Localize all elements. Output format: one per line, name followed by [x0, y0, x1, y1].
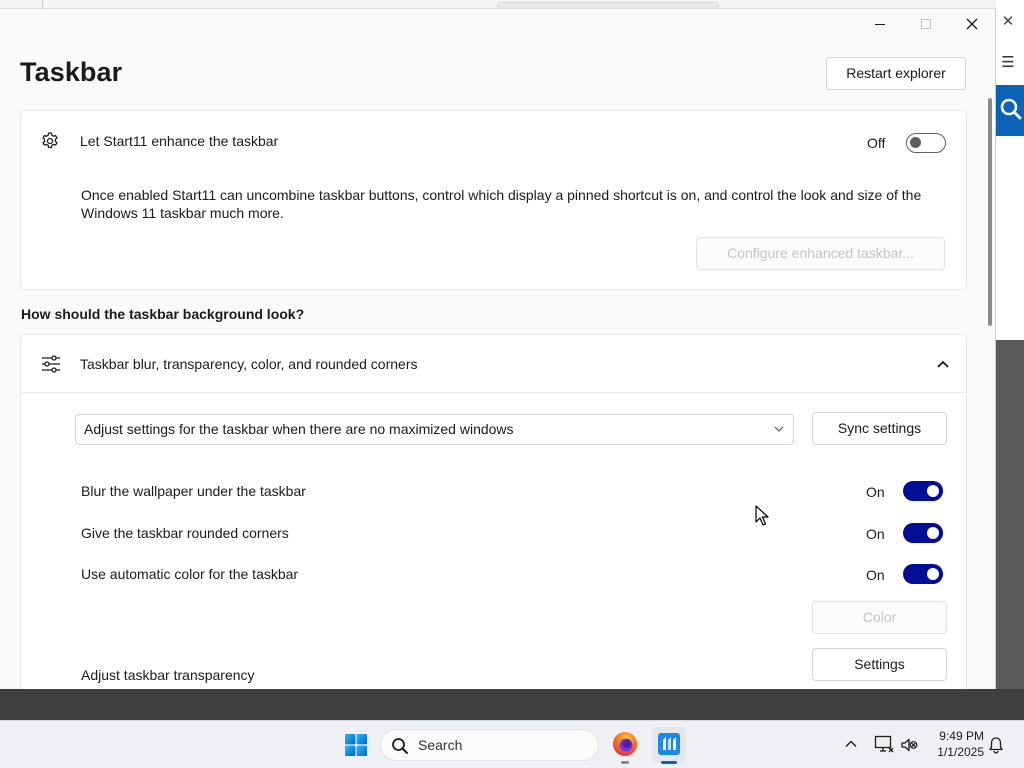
firefox-running-indicator — [621, 761, 629, 764]
background-window-titlebar — [0, 0, 1024, 9]
chevron-up-icon[interactable] — [935, 356, 951, 372]
toggle-knob — [910, 137, 921, 148]
minimize-button[interactable] — [857, 9, 903, 39]
sync-settings-button[interactable]: Sync settings — [812, 412, 947, 445]
start11-settings-window: Taskbar Restart explorer Let Start11 enh… — [0, 9, 996, 689]
windows-taskbar: Search 9:49 PM 1/1/2025 — [0, 720, 1024, 768]
background-divider — [42, 0, 43, 9]
expander-label: Taskbar blur, transparency, color, and r… — [80, 356, 418, 372]
window-caption-buttons — [857, 9, 995, 39]
background-close-icon[interactable]: ✕ — [996, 11, 1020, 33]
clock-time: 9:49 PM — [939, 729, 984, 743]
maximize-icon — [921, 19, 931, 29]
rounded-corners-state: On — [866, 526, 885, 542]
enhance-taskbar-toggle[interactable] — [906, 133, 946, 153]
windows-start-icon[interactable] — [344, 733, 368, 757]
close-button[interactable] — [949, 9, 995, 39]
show-hidden-icons-chevron-icon[interactable] — [844, 737, 858, 751]
enhance-taskbar-card: Let Start11 enhance the taskbar Off Once… — [20, 110, 967, 290]
window-state-dropdown[interactable]: Adjust settings for the taskbar when the… — [75, 414, 794, 445]
restart-explorer-button[interactable]: Restart explorer — [826, 57, 966, 90]
toggle-knob — [927, 568, 939, 580]
search-icon — [1000, 98, 1022, 120]
mouse-cursor-icon — [755, 505, 769, 526]
toggle-knob — [927, 485, 939, 497]
firefox-icon[interactable] — [612, 731, 638, 757]
minimize-icon — [875, 24, 885, 25]
automatic-color-state: On — [866, 567, 885, 583]
background-window-edge: ✕ ☰ — [996, 0, 1024, 690]
background-menu-icon[interactable]: ☰ — [996, 52, 1020, 74]
search-icon — [392, 738, 408, 754]
expander-header[interactable]: Taskbar blur, transparency, color, and r… — [21, 335, 966, 393]
taskbar-clock[interactable]: 9:49 PM 1/1/2025 — [920, 728, 984, 760]
taskbar-appearance-expander: Taskbar blur, transparency, color, and r… — [20, 334, 967, 689]
color-button[interactable]: Color — [812, 601, 947, 634]
enhance-toggle-state: Off — [867, 135, 886, 151]
search-placeholder: Search — [418, 737, 463, 753]
transparency-label: Adjust taskbar transparency — [81, 667, 255, 683]
blur-wallpaper-toggle[interactable] — [903, 481, 943, 501]
notification-bell-icon[interactable] — [988, 736, 1004, 754]
background-dark-panel — [996, 340, 1024, 690]
automatic-color-toggle[interactable] — [903, 564, 943, 584]
rounded-corners-toggle[interactable] — [903, 523, 943, 543]
page-title: Taskbar — [20, 57, 123, 87]
taskbar-search-box[interactable]: Search — [380, 729, 599, 761]
background-browser-tab[interactable] — [497, 2, 719, 8]
toggle-knob — [927, 527, 939, 539]
maximize-button[interactable] — [903, 9, 949, 39]
close-icon — [966, 18, 978, 30]
gear-icon — [42, 132, 58, 149]
chevron-down-icon — [774, 426, 784, 432]
dropdown-value: Adjust settings for the taskbar when the… — [84, 421, 514, 437]
configure-enhanced-taskbar-button[interactable]: Configure enhanced taskbar... — [696, 237, 945, 270]
sliders-icon — [42, 355, 60, 373]
volume-muted-icon[interactable] — [900, 736, 918, 754]
network-icon[interactable] — [874, 735, 894, 753]
start11-icon — [658, 733, 680, 755]
section-heading-background: How should the taskbar background look? — [21, 306, 305, 322]
automatic-color-label: Use automatic color for the taskbar — [81, 566, 299, 582]
start11-active-indicator — [661, 761, 677, 764]
blur-wallpaper-state: On — [866, 484, 885, 500]
rounded-corners-label: Give the taskbar rounded corners — [81, 525, 289, 541]
enhance-description: Once enabled Start11 can uncombine taskb… — [81, 187, 922, 221]
blur-wallpaper-label: Blur the wallpaper under the taskbar — [81, 483, 306, 499]
background-bottom-strip — [0, 689, 1024, 720]
start11-taskbar-button[interactable] — [652, 727, 686, 763]
enhance-taskbar-label: Let Start11 enhance the taskbar — [80, 133, 279, 149]
background-search-button[interactable] — [996, 85, 1024, 136]
transparency-settings-button[interactable]: Settings — [812, 648, 947, 681]
clock-date: 1/1/2025 — [937, 745, 984, 759]
scrollbar-thumb[interactable] — [988, 98, 992, 326]
